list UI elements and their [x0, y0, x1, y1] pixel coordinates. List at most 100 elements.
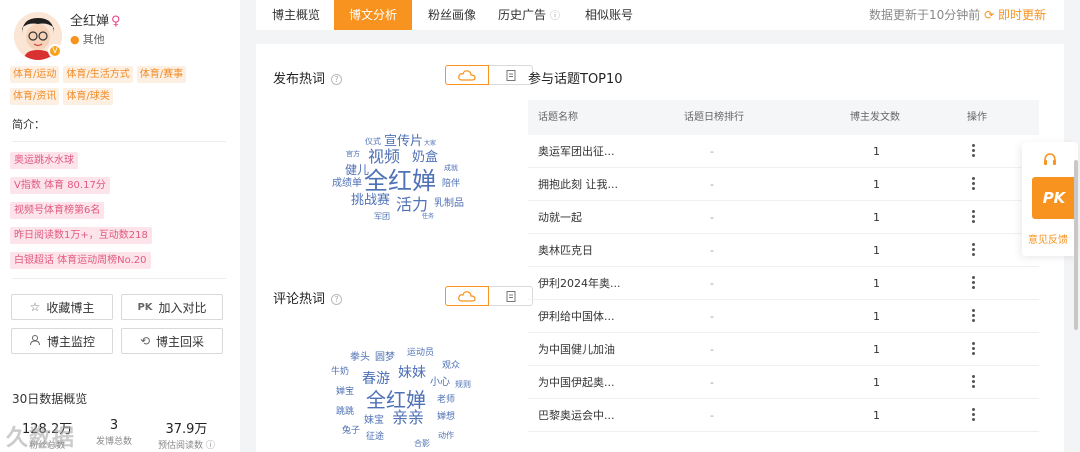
word[interactable]: 全红婵	[364, 169, 436, 193]
help-icon[interactable]: ⓘ	[206, 441, 215, 451]
comment-words-title: 评论热词?	[273, 288, 343, 307]
headphones-icon[interactable]	[1043, 152, 1057, 170]
update-info: 数据更新于10分钟前 ⟳ 即时更新	[869, 8, 1046, 22]
table-row[interactable]: 奥林匹克日 - 1	[528, 234, 1039, 267]
word[interactable]: 妹妹	[398, 366, 426, 380]
tab-post-analysis[interactable]: 博文分析	[334, 0, 412, 30]
word[interactable]: 挑战赛	[351, 194, 390, 207]
watermark: 久数据	[6, 426, 76, 451]
word[interactable]: 婵宝	[336, 388, 354, 397]
pk-icon: PK	[137, 301, 153, 313]
cloud-view-button[interactable]	[445, 286, 489, 306]
word[interactable]: 跳跳	[336, 408, 354, 417]
view-toggle	[445, 286, 533, 306]
table-row[interactable]: 伊利2024年奥... - 1	[528, 267, 1039, 300]
monitor-button[interactable]: 博主监控	[11, 328, 113, 354]
review-button[interactable]: ⟲ 博主回采	[121, 328, 223, 354]
cloud-view-button[interactable]	[445, 65, 489, 85]
word[interactable]: 成就	[444, 165, 458, 172]
table-row[interactable]: 拥抱此刻 让我... - 1	[528, 168, 1039, 201]
tab-overview[interactable]: 博主概览	[272, 0, 320, 30]
more-options-icon[interactable]	[972, 177, 976, 192]
word[interactable]: 拳头	[350, 353, 370, 363]
category-tag: 体育/球类	[63, 88, 113, 105]
cloud-icon	[458, 290, 476, 302]
scrollbar[interactable]	[1074, 160, 1078, 330]
word[interactable]: 圆梦	[375, 353, 395, 363]
publish-words-title: 发布热词?	[273, 68, 343, 87]
word[interactable]: 亲亲	[392, 410, 424, 426]
word[interactable]: 春游	[362, 372, 390, 386]
more-options-icon[interactable]	[972, 276, 976, 291]
female-icon: ♀	[111, 14, 121, 29]
word[interactable]: 动作	[438, 432, 454, 440]
column-header: 话题日榜排行	[684, 112, 744, 123]
list-view-button[interactable]	[489, 286, 533, 306]
word[interactable]: 小心	[430, 378, 450, 388]
stats-title: 30日数据概览	[12, 392, 88, 406]
pk-button[interactable]: PK	[1032, 177, 1076, 219]
add-compare-button[interactable]: PK 加入对比	[121, 294, 223, 320]
word[interactable]: 成绩单	[332, 179, 362, 189]
tab-fans[interactable]: 粉丝画像	[428, 0, 476, 30]
more-options-icon[interactable]	[972, 375, 976, 390]
clipboard-icon	[506, 70, 515, 81]
help-icon[interactable]: ?	[331, 294, 343, 305]
category-tag: 体育/运动	[10, 66, 60, 83]
highlight-badge: 奥运跳水水球	[10, 152, 78, 169]
word[interactable]: 视频	[368, 149, 400, 165]
column-header: 博主发文数	[850, 112, 900, 123]
table-row[interactable]: 为中国健儿加油 - 1	[528, 333, 1039, 366]
word[interactable]: 老师	[437, 396, 455, 405]
word[interactable]: 活力	[396, 197, 428, 213]
word[interactable]: 军团	[374, 213, 390, 221]
word[interactable]: 仪式	[365, 138, 381, 146]
word[interactable]: 征途	[366, 433, 384, 442]
word[interactable]: 乳制品	[434, 199, 464, 209]
word[interactable]: 官方	[346, 151, 360, 158]
refresh-button[interactable]: ⟳ 即时更新	[984, 8, 1046, 22]
table-row[interactable]: 巴黎奥运会中... - 1	[528, 399, 1039, 432]
word[interactable]: 观众	[442, 362, 460, 371]
favorite-button[interactable]: ☆ 收藏博主	[11, 294, 113, 320]
help-icon[interactable]: ⓘ	[550, 11, 560, 22]
more-options-icon[interactable]	[972, 210, 976, 225]
column-header: 操作	[967, 112, 987, 123]
tab-similar[interactable]: 相似账号	[585, 0, 633, 30]
more-options-icon[interactable]	[972, 408, 976, 423]
feedback-link[interactable]: 意见反馈	[1028, 231, 1068, 246]
more-options-icon[interactable]	[972, 144, 976, 159]
highlight-badge: V指数 体育 80.17分	[10, 177, 110, 194]
category-tags: 体育/运动 体育/生活方式 体育/赛事 体育/资讯 体育/球类	[10, 66, 232, 105]
word[interactable]: 任务	[422, 214, 434, 220]
more-options-icon[interactable]	[972, 243, 976, 258]
highlight-badge: 白银超话 体育运动周榜No.20	[10, 252, 151, 269]
list-view-button[interactable]	[489, 65, 533, 85]
word[interactable]: 奶盒	[412, 151, 438, 164]
word[interactable]: 全红婵	[366, 390, 426, 410]
more-options-icon[interactable]	[972, 309, 976, 324]
word[interactable]: 妹宝	[364, 416, 384, 426]
table-header: 话题名称 话题日榜排行 博主发文数 操作	[528, 100, 1039, 135]
word[interactable]: 合影	[414, 440, 430, 448]
word[interactable]: 运动员	[407, 349, 434, 358]
divider	[12, 278, 226, 279]
more-options-icon[interactable]	[972, 342, 976, 357]
tab-ads[interactable]: 历史广告 ⓘ	[498, 0, 560, 30]
word[interactable]: 大家	[424, 141, 436, 147]
divider	[12, 141, 226, 142]
word[interactable]: 牛奶	[331, 368, 349, 377]
table-row[interactable]: 动就一起 - 1	[528, 201, 1039, 234]
table-row[interactable]: 为中国伊起奥... - 1	[528, 366, 1039, 399]
word[interactable]: 婵想	[437, 413, 455, 422]
region: ● 其他	[70, 33, 105, 46]
table-row[interactable]: 奥运军团出征... - 1	[528, 135, 1039, 168]
word[interactable]: 兔子	[342, 427, 360, 436]
word[interactable]: 规则	[455, 381, 471, 389]
blogger-name: 全红婵 ♀	[70, 14, 121, 29]
help-icon[interactable]: ?	[331, 74, 343, 85]
view-toggle	[445, 65, 533, 85]
word[interactable]: 陪伴	[442, 180, 460, 189]
category-tag: 体育/生活方式	[63, 66, 133, 83]
table-row[interactable]: 伊利给中国体... - 1	[528, 300, 1039, 333]
